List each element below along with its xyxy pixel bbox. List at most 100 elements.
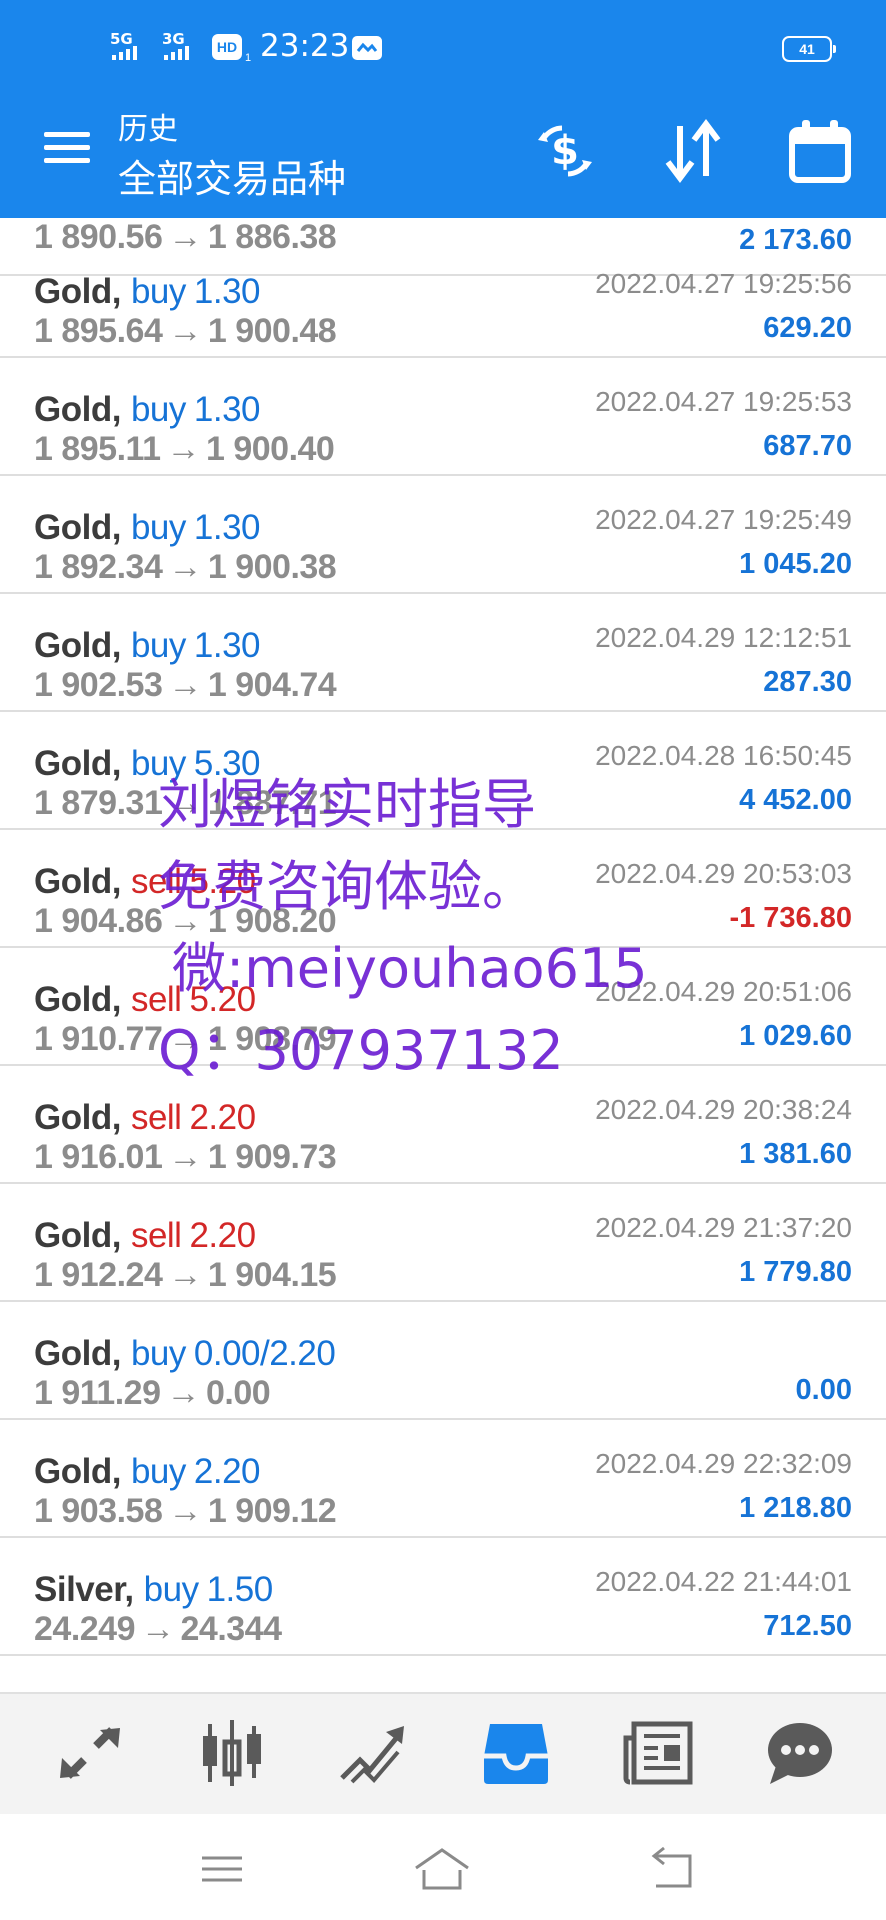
arrow-right-icon: → (168, 1020, 202, 1058)
system-navigation-bar (0, 1814, 886, 1920)
table-row[interactable]: Gold, buy 1.30 1 892.34 → 1 900.38 2022.04.27 … (0, 476, 886, 594)
deal-direction: sell (130, 862, 182, 901)
deal-prices: 1 895.64 → 1 900.48 (34, 312, 337, 351)
back-icon[interactable] (642, 1844, 702, 1894)
arrow-right-icon: → (166, 430, 200, 468)
deal-symbol: Gold, (34, 1334, 121, 1373)
deal-volume: 0.00/2.20 (193, 1334, 336, 1373)
deal-symbol-line: Gold, sell 2.20 (34, 1216, 256, 1256)
trade-icon[interactable] (334, 1716, 414, 1790)
deal-direction: sell (130, 1098, 182, 1137)
deal-profit: 687.70 (763, 430, 852, 462)
sim1-network-label: 5G (110, 30, 133, 48)
table-row[interactable]: Silver, buy 1.50 24.249 → 24.344 2022.04.22 21… (0, 1538, 886, 1656)
bottom-navigation (0, 1692, 886, 1814)
deal-profit: 4 452.00 (739, 784, 852, 816)
chat-icon[interactable] (760, 1716, 840, 1790)
close-price: 1 904.74 (207, 666, 337, 704)
deal-profit: 1 045.20 (739, 548, 852, 580)
deal-prices: 24.249 → 24.344 (34, 1610, 282, 1649)
news-icon[interactable] (618, 1716, 698, 1790)
deal-symbol: Gold, (34, 390, 121, 429)
table-row[interactable]: Gold, sell 2.20 1 912.24 → 1 904.15 2022.04.29… (0, 1184, 886, 1302)
sort-icon[interactable] (658, 118, 728, 184)
deal-profit: 629.20 (763, 312, 852, 344)
home-icon[interactable] (412, 1844, 472, 1894)
close-price: 1 904.15 (207, 1256, 337, 1294)
open-price: 1 916.01 (34, 1138, 163, 1176)
table-row[interactable]: Gold, buy 1.30 1 902.53 → 1 904.74 2022.04.29 … (0, 594, 886, 712)
arrow-right-icon: → (168, 666, 202, 704)
deal-direction: buy (130, 508, 186, 547)
table-row[interactable]: Gold, sell 2.20 1 916.01 → 1 909.73 2022.04.29… (0, 1066, 886, 1184)
chart-icon[interactable] (192, 1716, 272, 1790)
calendar-icon[interactable] (786, 118, 856, 184)
table-row[interactable]: Gold, buy 5.30 1 879.31 → 1 887.71 2022.04.28 … (0, 712, 886, 830)
deal-symbol-line: Gold, buy 1.30 (34, 390, 261, 430)
deal-symbol-line: Gold, buy 1.30 (34, 508, 261, 548)
arrow-right-icon: → (168, 902, 202, 940)
deal-prices: 1 904.86 → 1 908.20 (34, 902, 337, 941)
deal-direction: buy (130, 744, 186, 783)
deal-time: 2022.04.27 19:25:53 (595, 386, 852, 417)
deal-symbol-line: Gold, buy 1.30 (34, 626, 261, 666)
table-row[interactable]: Gold, buy 1.30 1 895.11 → 1 900.40 2022.04.27 … (0, 358, 886, 476)
deal-prices: 1 879.31 → 1 887.71 (34, 784, 337, 823)
hd-sub-label: 1 (245, 52, 252, 64)
close-price: 1 900.48 (207, 312, 337, 350)
open-price: 1 895.11 (34, 430, 161, 468)
deal-volume: 1.50 (206, 1570, 274, 1609)
table-row[interactable]: Gold, buy 2.20 1 903.58 → 1 909.12 2022.04.29 … (0, 1420, 886, 1538)
deal-symbol-line: Gold, buy 1.30 (34, 272, 261, 312)
deal-direction: buy (130, 1452, 186, 1491)
arrow-right-icon: → (168, 784, 202, 822)
deal-profit: 1 218.80 (739, 1492, 852, 1524)
deal-symbol: Gold, (34, 508, 121, 547)
close-price: 1 900.40 (205, 430, 335, 468)
close-price: 1 900.38 (207, 548, 337, 586)
sim1-signal-icon (112, 46, 137, 60)
deal-symbol: Gold, (34, 272, 121, 311)
deal-symbol-line: Gold, buy 0.00/2.20 (34, 1334, 336, 1374)
deal-time: 2022.04.28 16:50:45 (595, 740, 852, 771)
table-row[interactable]: Gold, sell 5.20 1 910.77 → 1 908.79 2022.04.29… (0, 948, 886, 1066)
deal-time: 2022.04.29 12:12:51 (595, 622, 852, 653)
status-time: 23:23 (260, 28, 350, 64)
deal-direction: buy (130, 1334, 186, 1373)
sim2-network-label: 3G (162, 30, 185, 48)
deal-prices: 1 892.34 → 1 900.38 (34, 548, 337, 587)
recent-apps-icon[interactable] (192, 1844, 252, 1894)
deal-volume: 2.20 (189, 1216, 256, 1255)
deal-volume: 1.30 (193, 272, 261, 311)
arrow-right-icon: → (168, 1138, 202, 1176)
close-price: 1 887.71 (207, 784, 337, 822)
deal-volume: 1.30 (193, 508, 261, 547)
deal-symbol-line: Gold, buy 2.20 (34, 1452, 261, 1492)
table-row[interactable]: Gold, buy 0.00/2.20 1 911.29 → 0.00 0.00 (0, 1302, 886, 1420)
deal-direction: buy (130, 626, 186, 665)
deal-prices: 1 895.11 → 1 900.40 (34, 430, 335, 469)
deal-direction: buy (130, 390, 186, 429)
table-row[interactable]: Gold, sell 5.20 1 904.86 → 1 908.20 2022.04.29… (0, 830, 886, 948)
deal-direction: buy (130, 272, 186, 311)
open-price: 1 892.34 (34, 548, 163, 586)
symbol-filter-label[interactable]: 全部交易品种 (118, 148, 346, 203)
deal-profit: 1 381.60 (739, 1138, 852, 1170)
table-row[interactable]: Gold, buy 1.30 1 895.64 → 1 900.48 2022.04.27 … (0, 240, 886, 358)
quotes-icon[interactable] (50, 1716, 130, 1790)
history-icon[interactable] (476, 1716, 556, 1790)
deal-volume: 5.30 (193, 744, 261, 783)
currency-exchange-icon[interactable]: $ (530, 118, 600, 184)
menu-icon[interactable] (44, 132, 92, 168)
open-price: 1 911.29 (34, 1374, 161, 1412)
deal-symbol-line: Silver, buy 1.50 (34, 1570, 273, 1610)
close-price: 1 908.79 (207, 1020, 337, 1058)
deal-profit: -1 736.80 (729, 902, 852, 934)
deal-volume: 1.30 (193, 626, 261, 665)
deal-time: 2022.04.29 20:53:03 (595, 858, 852, 889)
deal-time: 2022.04.29 20:38:24 (595, 1094, 852, 1125)
deal-direction: buy (143, 1570, 199, 1609)
deal-time: 2022.04.22 21:44:01 (595, 1566, 852, 1597)
history-list[interactable]: 1 890.56 → 1 886.38 2 173.60 Gold, buy 1.30 1 8… (0, 218, 886, 1692)
deal-volume: 2.20 (189, 1098, 256, 1137)
